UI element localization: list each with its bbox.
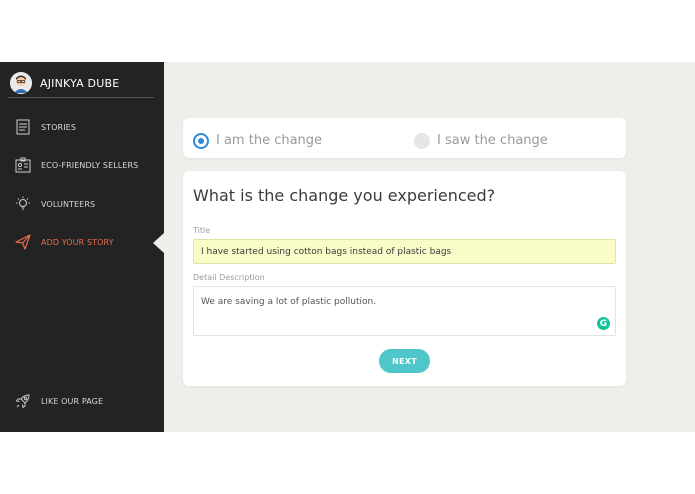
rocket-icon: [14, 392, 32, 410]
lightbulb-icon: [14, 195, 32, 213]
sidebar: AJINKYA DUBE STORIES ECO-FRIENDLY SELLER…: [0, 62, 164, 432]
sidebar-item-stories[interactable]: STORIES: [14, 117, 164, 137]
document-icon: [14, 118, 32, 136]
sidebar-item-label: VOLUNTEERS: [41, 199, 96, 209]
description-field[interactable]: We are saving a lot of plastic pollution…: [193, 286, 616, 336]
radio-i-saw-the-change[interactable]: [414, 133, 430, 149]
sidebar-item-label: ECO-FRIENDLY SELLERS: [41, 160, 139, 170]
sidebar-item-label: ADD YOUR STORY: [41, 237, 114, 247]
description-field-value: We are saving a lot of plastic pollution…: [201, 297, 377, 307]
grammarly-icon[interactable]: G: [597, 317, 610, 330]
title-field[interactable]: I have started using cotton bags instead…: [193, 239, 616, 264]
sidebar-item-add-your-story[interactable]: ADD YOUR STORY: [14, 232, 164, 252]
user-name: AJINKYA DUBE: [40, 76, 120, 90]
radio-i-am-the-change[interactable]: [193, 133, 209, 149]
seller-badge-icon: [14, 156, 32, 174]
divider: [8, 97, 154, 98]
send-icon: [14, 233, 32, 251]
user-profile[interactable]: AJINKYA DUBE: [10, 68, 119, 98]
radio-label-i-am-the-change[interactable]: I am the change: [216, 133, 322, 148]
sidebar-item-volunteers[interactable]: VOLUNTEERS: [14, 194, 164, 214]
form-heading: What is the change you experienced?: [193, 186, 496, 205]
title-label: Title: [193, 226, 211, 235]
description-label: Detail Description: [193, 273, 265, 282]
sidebar-item-label: LIKE OUR PAGE: [41, 396, 104, 406]
radio-label-i-saw-the-change[interactable]: I saw the change: [437, 133, 548, 148]
sidebar-item-label: STORIES: [41, 122, 77, 132]
active-indicator: [153, 233, 164, 253]
title-field-value: I have started using cotton bags instead…: [201, 246, 452, 257]
next-button[interactable]: NEXT: [379, 349, 430, 373]
avatar: [10, 72, 32, 94]
sidebar-item-eco-friendly-sellers[interactable]: ECO-FRIENDLY SELLERS: [14, 155, 164, 175]
sidebar-item-like-our-page[interactable]: LIKE OUR PAGE: [14, 391, 164, 411]
